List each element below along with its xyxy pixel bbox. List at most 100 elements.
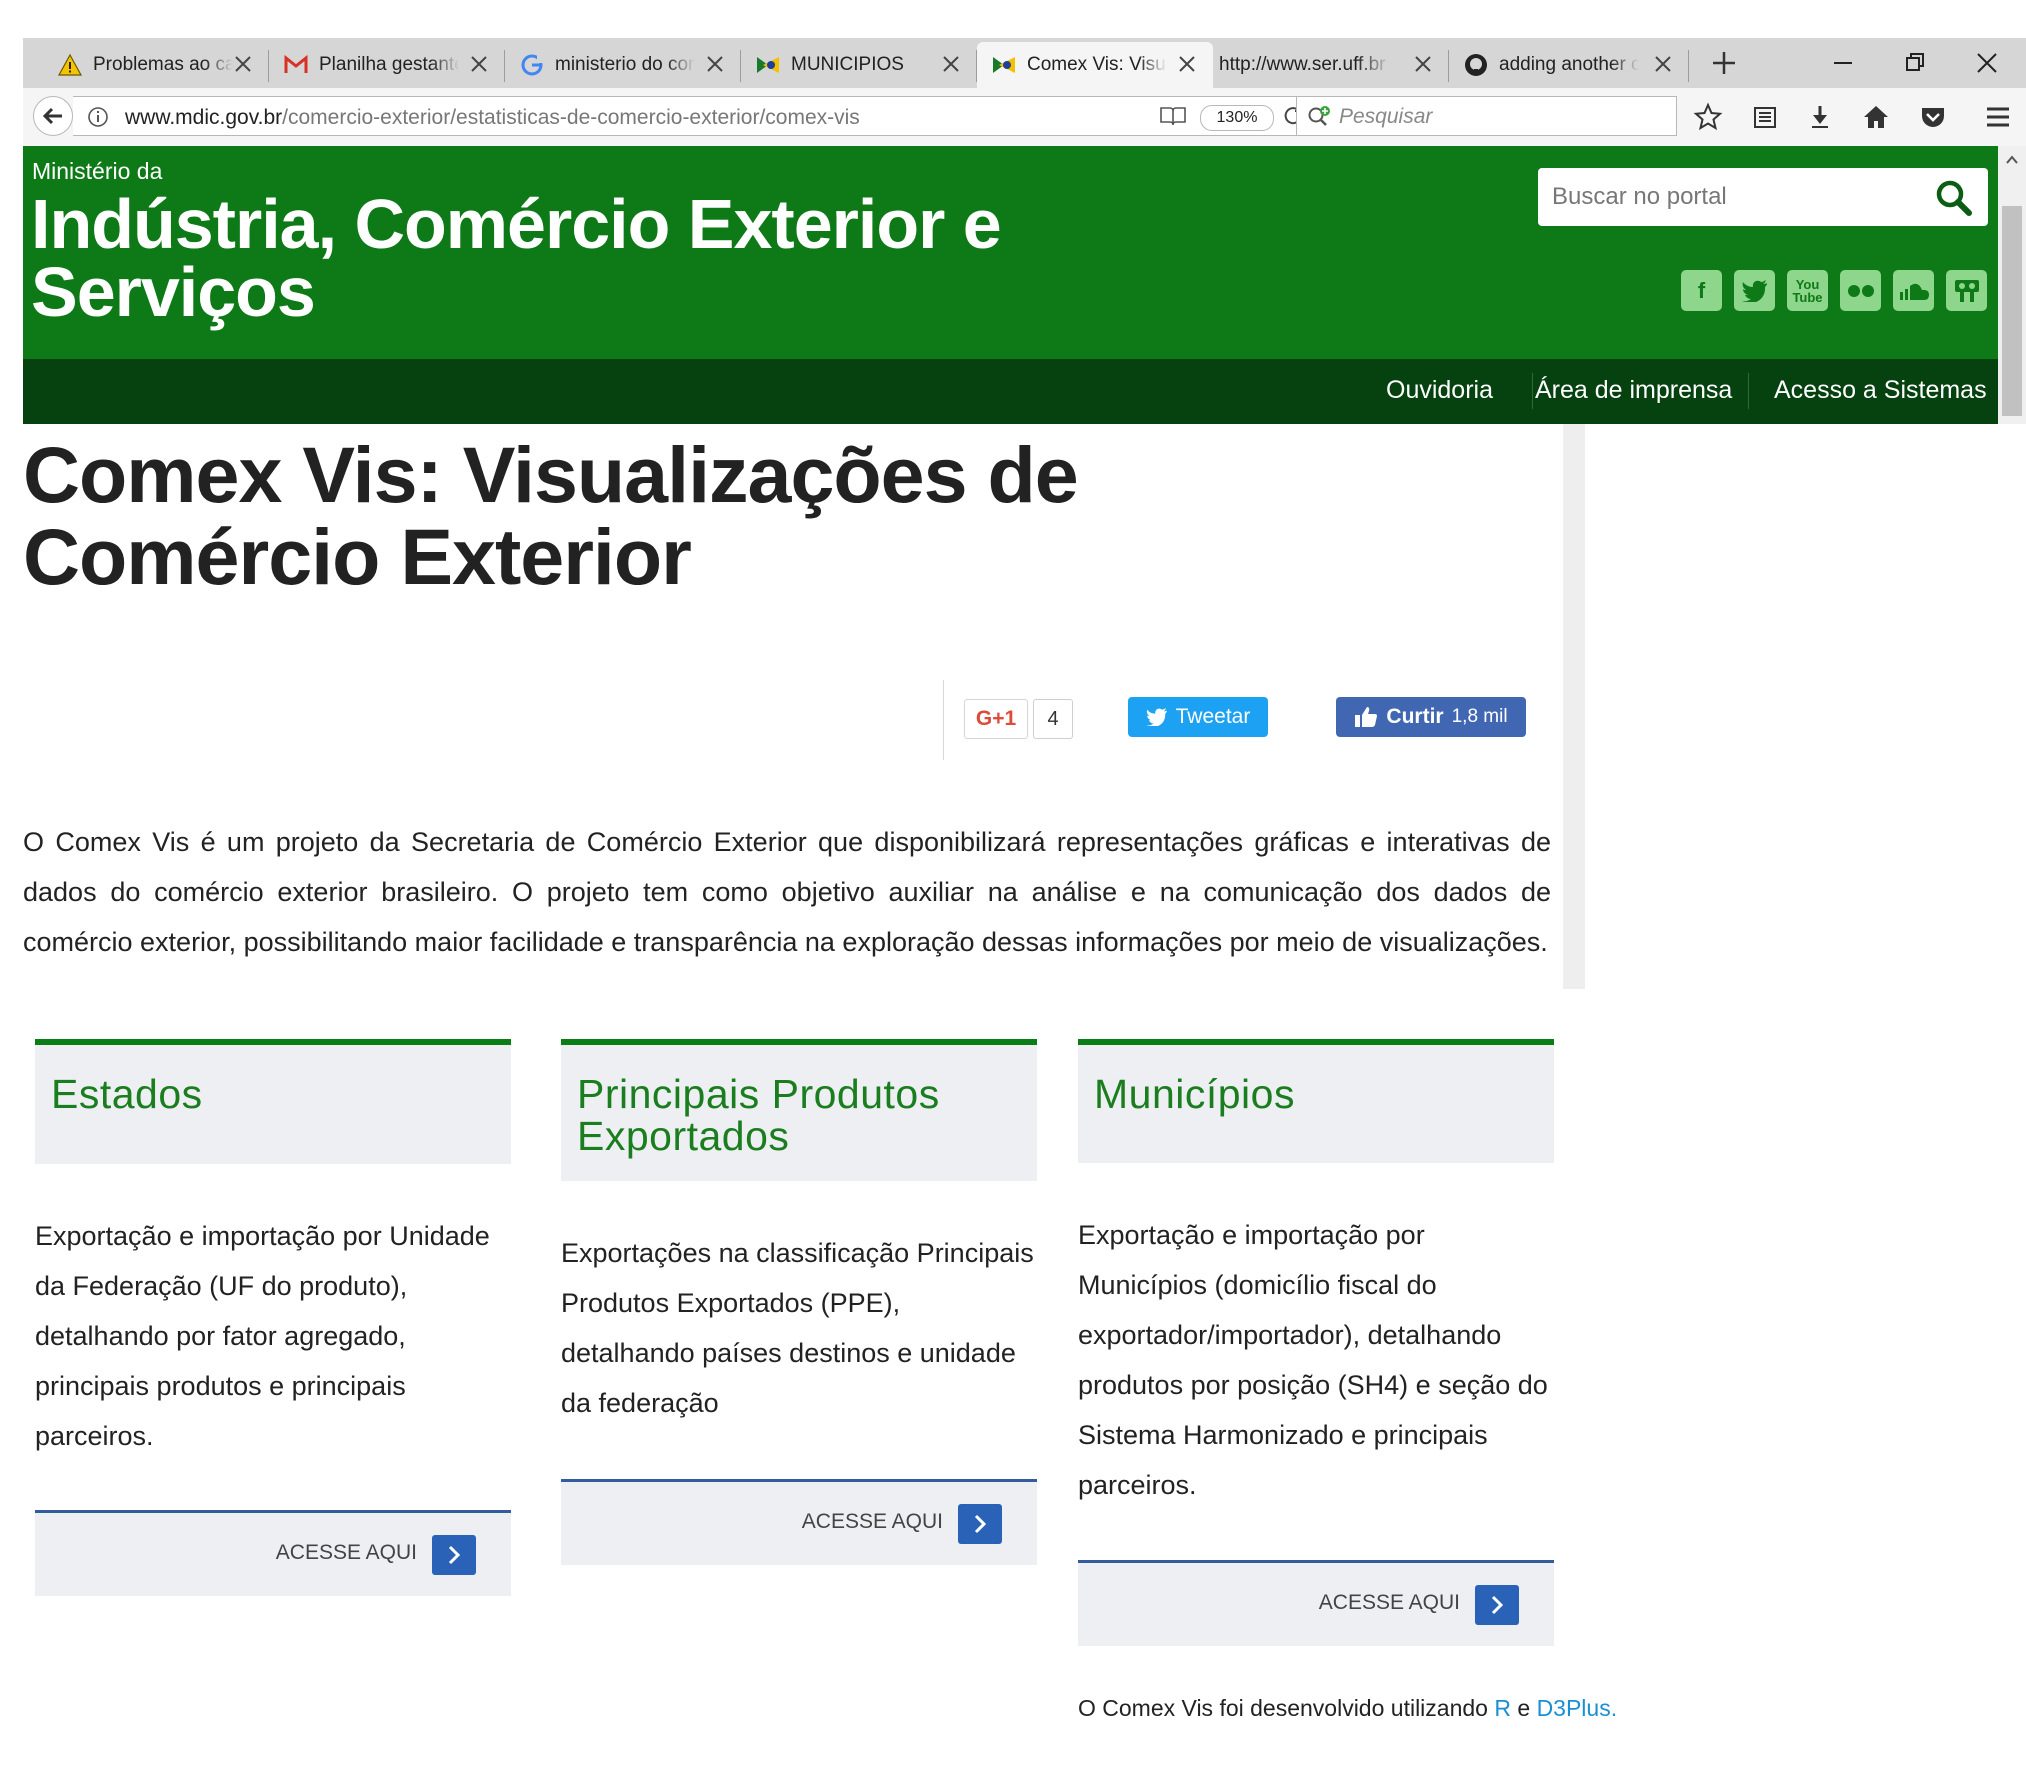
twitter-icon[interactable]	[1734, 270, 1775, 311]
warning-icon	[57, 52, 83, 78]
menu-acesso-a-sistemas[interactable]: Acesso a Sistemas	[1774, 376, 1987, 405]
like-label: Curtir	[1386, 705, 1444, 728]
page-scrollbar[interactable]	[1998, 146, 2026, 424]
minimize-icon[interactable]	[1828, 48, 1858, 78]
gmail-icon	[283, 52, 309, 78]
tab-label: ministerio do comercio	[555, 54, 695, 75]
close-tab-icon[interactable]	[469, 54, 489, 74]
card-header: Estados	[35, 1039, 511, 1164]
download-icon[interactable]	[1805, 102, 1835, 132]
card-footer: ACESSE AQUI	[561, 1479, 1037, 1565]
tab-label: adding another column	[1499, 54, 1639, 75]
slideshare-icon[interactable]	[1946, 270, 1987, 311]
close-tab-icon[interactable]	[233, 54, 253, 74]
menu-area-de-imprensa[interactable]: Área de imprensa	[1535, 376, 1732, 405]
tab-label: Planilha gestante	[319, 54, 459, 75]
close-tab-icon[interactable]	[1413, 54, 1433, 74]
tab-problemas[interactable]: Problemas ao carregar	[23, 42, 269, 88]
close-window-icon[interactable]	[1972, 48, 2002, 78]
tab-planilha[interactable]: Planilha gestante	[269, 42, 505, 88]
bookmarks-list-icon[interactable]	[1750, 102, 1780, 132]
browser-search-input[interactable]: Pesquisar	[1296, 96, 1677, 136]
google-plus-button[interactable]: G+1	[964, 699, 1028, 739]
tab-github[interactable]: adding another column	[1449, 42, 1689, 88]
card-footer: ACESSE AQUI	[35, 1510, 511, 1596]
card-municipios: Municípios Exportação e importação por M…	[1078, 1039, 1554, 1649]
site-title[interactable]: Indústria, Comércio Exterior e Serviços	[31, 189, 1131, 331]
chevron-right-icon	[974, 1514, 987, 1534]
acesse-aqui-button[interactable]	[958, 1504, 1002, 1544]
new-tab-icon[interactable]	[1709, 48, 1739, 78]
scroll-up-icon[interactable]	[2006, 154, 2018, 166]
card-description: Exportação e importação por Municípios (…	[1078, 1220, 1548, 1500]
tab-ser-uff[interactable]: http://www.ser.uff.br	[1213, 42, 1449, 88]
zoom-indicator[interactable]: 130%	[1200, 105, 1274, 131]
close-tab-icon[interactable]	[941, 54, 961, 74]
chevron-right-icon	[448, 1545, 461, 1565]
flickr-icon[interactable]	[1840, 270, 1881, 311]
card-estados: Estados Exportação e importação por Unid…	[35, 1039, 511, 1599]
menu-hamburger-icon[interactable]	[1983, 102, 2013, 132]
browser-window: Problemas ao carregar Planilha gestante …	[23, 38, 2026, 1766]
url-text: www.mdic.gov.br/comercio-exterior/estati…	[125, 106, 860, 130]
back-arrow-icon	[42, 107, 62, 125]
thumbs-up-icon	[1355, 707, 1378, 727]
footer-note: O Comex Vis foi desenvolvido utilizando …	[1078, 1695, 1617, 1722]
twitter-bird-icon	[1146, 708, 1167, 726]
footer-conj: e	[1517, 1695, 1531, 1721]
card-title[interactable]: Estados	[35, 1045, 511, 1115]
scrollbar-thumb[interactable]	[2002, 206, 2022, 416]
search-placeholder: Pesquisar	[1339, 105, 1433, 128]
facebook-like-button[interactable]: Curtir 1,8 mil	[1336, 697, 1526, 737]
social-links: f You Tube	[1681, 270, 1987, 311]
restore-icon[interactable]	[1900, 48, 1930, 78]
close-tab-icon[interactable]	[705, 54, 725, 74]
close-tab-icon[interactable]	[1653, 54, 1673, 74]
acesse-aqui-button[interactable]	[432, 1535, 476, 1575]
bookmark-star-icon[interactable]	[1693, 102, 1723, 132]
tab-label: http://www.ser.uff.br	[1219, 54, 1386, 75]
search-icon[interactable]	[1934, 178, 1974, 218]
back-button[interactable]	[33, 96, 73, 136]
tweet-button[interactable]: Tweetar	[1128, 697, 1268, 737]
main-content: Comex Vis: Visualizações de Comércio Ext…	[23, 424, 1998, 1766]
chevron-right-icon	[1491, 1595, 1504, 1615]
brazil-flag-icon	[991, 52, 1017, 78]
tweet-label: Tweetar	[1175, 705, 1251, 728]
tab-ministerio[interactable]: ministerio do comercio	[505, 42, 741, 88]
content-side-bar	[1563, 424, 1585, 989]
facebook-icon[interactable]: f	[1681, 270, 1722, 311]
search-engine-icon	[1308, 106, 1330, 126]
r-link[interactable]: R	[1494, 1695, 1511, 1721]
acesse-aqui-label[interactable]: ACESSE AQUI	[802, 1510, 943, 1534]
tab-comex-vis[interactable]: Comex Vis: Visualizações	[977, 42, 1213, 88]
tab-bar: Problemas ao carregar Planilha gestante …	[23, 38, 2026, 88]
menu-ouvidoria[interactable]: Ouvidoria	[1386, 376, 1493, 405]
home-icon[interactable]	[1861, 102, 1891, 132]
reader-view-icon[interactable]	[1159, 105, 1187, 127]
pocket-icon[interactable]	[1918, 102, 1948, 132]
close-tab-icon[interactable]	[1177, 54, 1197, 74]
acesse-aqui-button[interactable]	[1475, 1585, 1519, 1625]
card-title[interactable]: Principais Produtos Exportados	[561, 1045, 1037, 1157]
address-bar[interactable]: www.mdic.gov.br/comercio-exterior/estati…	[73, 96, 1306, 136]
tab-municipios[interactable]: MUNICIPIOS	[741, 42, 977, 88]
site-title-line2: Serviços	[31, 253, 316, 331]
youtube-icon[interactable]: You Tube	[1787, 270, 1828, 311]
d3plus-link[interactable]: D3Plus.	[1537, 1695, 1618, 1721]
info-icon[interactable]	[87, 106, 109, 128]
soundcloud-icon[interactable]	[1893, 270, 1934, 311]
like-count: 1,8 mil	[1451, 706, 1508, 727]
card-description: Exportações na classificação Principais …	[561, 1238, 1034, 1418]
portal-search-input[interactable]: Buscar no portal	[1538, 168, 1988, 226]
tab-label: Problemas ao carregar	[93, 54, 233, 75]
url-path: /comercio-exterior/estatisticas-de-comer…	[282, 106, 860, 129]
acesse-aqui-label[interactable]: ACESSE AQUI	[1319, 1591, 1460, 1615]
card-header: Principais Produtos Exportados	[561, 1039, 1037, 1181]
portal-search-placeholder: Buscar no portal	[1552, 183, 1727, 210]
ministry-label: Ministério da	[32, 158, 163, 184]
github-icon	[1463, 52, 1489, 78]
card-title[interactable]: Municípios	[1078, 1045, 1554, 1115]
acesse-aqui-label[interactable]: ACESSE AQUI	[276, 1541, 417, 1565]
card-footer: ACESSE AQUI	[1078, 1560, 1554, 1646]
